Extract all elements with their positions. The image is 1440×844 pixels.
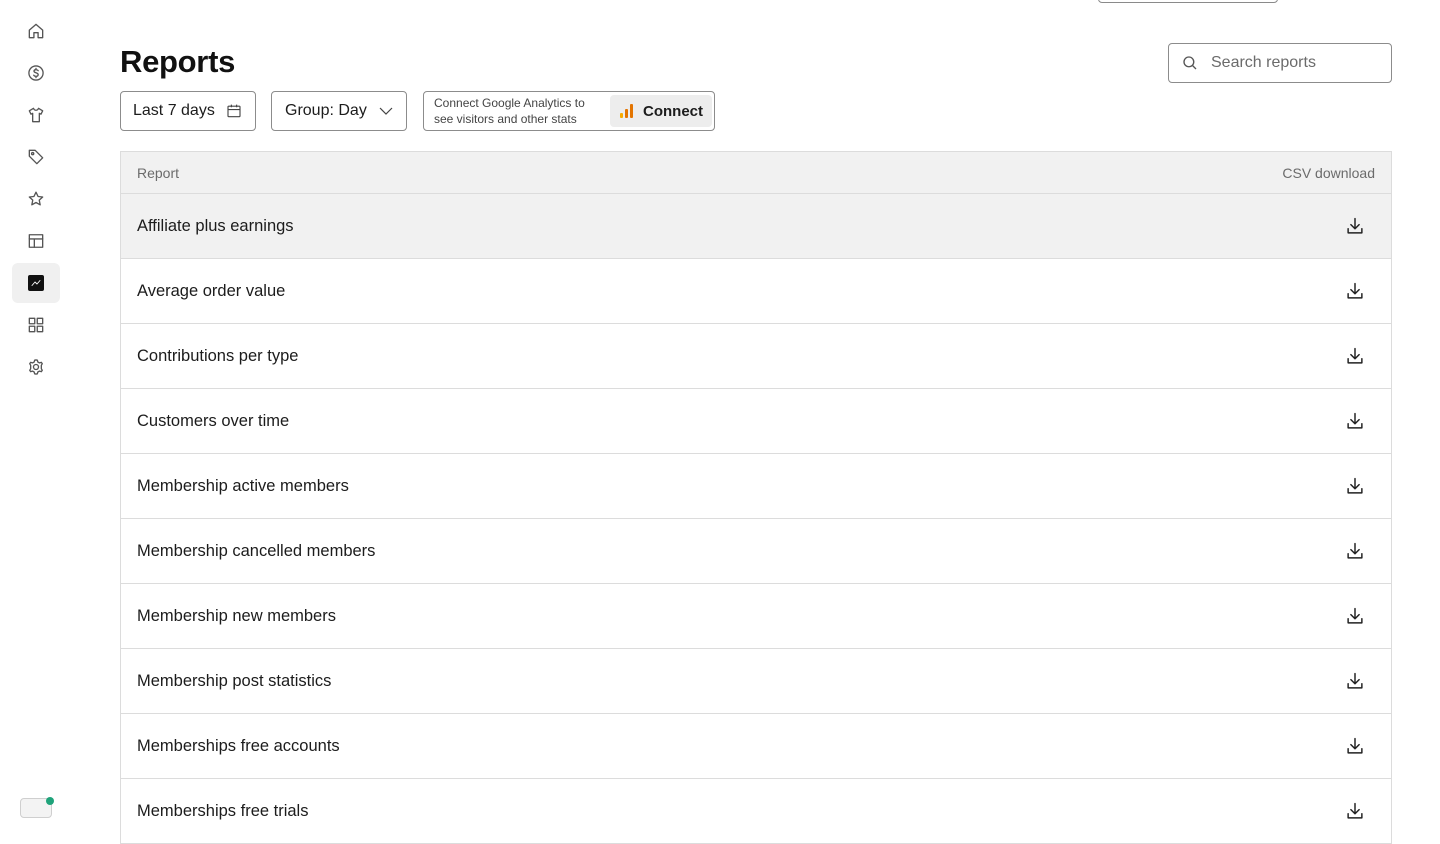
tag-icon (28, 149, 44, 165)
download-icon[interactable] (1344, 800, 1366, 822)
dollar-icon (28, 65, 44, 81)
column-header-report: Report (137, 164, 180, 181)
sidebar (0, 0, 72, 818)
download-icon[interactable] (1344, 735, 1366, 757)
layout-icon (28, 234, 44, 248)
table-header: Report CSV download (121, 152, 1391, 194)
search-icon (1183, 56, 1197, 70)
star-icon (28, 191, 44, 206)
download-icon[interactable] (1344, 410, 1366, 432)
group-by-select[interactable]: Group: Day (271, 91, 407, 131)
google-analytics-icon (620, 104, 633, 118)
group-by-label: Group: Day (285, 102, 367, 119)
top-control-partial[interactable] (1098, 0, 1278, 3)
search-input[interactable] (1211, 54, 1381, 72)
chart-icon (28, 275, 44, 291)
page-title: Reports (120, 44, 236, 79)
download-icon[interactable] (1344, 670, 1366, 692)
table-row[interactable]: Contributions per type (121, 324, 1391, 389)
sidebar-item-pages[interactable] (12, 221, 60, 261)
tshirt-icon (28, 107, 44, 123)
google-analytics-banner: Connect Google Analytics to see visitors… (423, 91, 715, 131)
download-icon[interactable] (1344, 345, 1366, 367)
download-icon[interactable] (1344, 280, 1366, 302)
table-row[interactable]: Customers over time (121, 389, 1391, 454)
sidebar-item-reviews[interactable] (12, 179, 60, 219)
date-range-button[interactable]: Last 7 days (120, 91, 256, 131)
report-name: Membership cancelled members (137, 541, 376, 560)
report-name: Contributions per type (137, 346, 299, 365)
column-header-csv: CSV download (1282, 164, 1375, 181)
report-name: Average order value (137, 281, 286, 300)
report-name: Memberships free accounts (137, 736, 340, 755)
report-name: Membership active members (137, 476, 349, 495)
sidebar-item-settings[interactable] (12, 347, 60, 387)
sidebar-item-home[interactable] (12, 11, 60, 51)
home-icon (28, 23, 44, 39)
report-name: Memberships free trials (137, 801, 309, 820)
date-range-label: Last 7 days (133, 102, 215, 119)
sidebar-item-discounts[interactable] (12, 137, 60, 177)
table-row[interactable]: Memberships free accounts (121, 714, 1391, 779)
connect-label: Connect (643, 102, 703, 120)
table-row[interactable]: Membership cancelled members (121, 519, 1391, 584)
search-box[interactable] (1168, 43, 1392, 83)
reports-table: Report CSV download Affiliate plus earni… (120, 151, 1392, 844)
report-name: Membership new members (137, 606, 336, 625)
calendar-icon (227, 104, 241, 118)
status-badge (46, 797, 54, 805)
sidebar-item-earnings[interactable] (12, 53, 60, 93)
table-row[interactable]: Membership post statistics (121, 649, 1391, 714)
sidebar-item-reports[interactable] (12, 263, 60, 303)
apps-icon (28, 317, 44, 333)
download-icon[interactable] (1344, 215, 1366, 237)
report-name: Membership post statistics (137, 671, 332, 690)
download-icon[interactable] (1344, 540, 1366, 562)
table-row[interactable]: Memberships free trials (121, 779, 1391, 844)
table-row[interactable]: Membership active members (121, 454, 1391, 519)
chevron-down-icon (379, 107, 393, 115)
gear-icon (29, 359, 43, 375)
sidebar-item-products[interactable] (12, 95, 60, 135)
table-row[interactable]: Affiliate plus earnings (121, 194, 1391, 259)
table-row[interactable]: Membership new members (121, 584, 1391, 649)
table-row[interactable]: Average order value (121, 259, 1391, 324)
download-icon[interactable] (1344, 605, 1366, 627)
report-name: Affiliate plus earnings (137, 216, 294, 235)
sidebar-item-apps[interactable] (12, 305, 60, 345)
google-analytics-message: Connect Google Analytics to see visitors… (434, 96, 585, 126)
report-name: Customers over time (137, 411, 290, 430)
connect-analytics-button[interactable]: Connect (610, 95, 712, 127)
download-icon[interactable] (1344, 475, 1366, 497)
